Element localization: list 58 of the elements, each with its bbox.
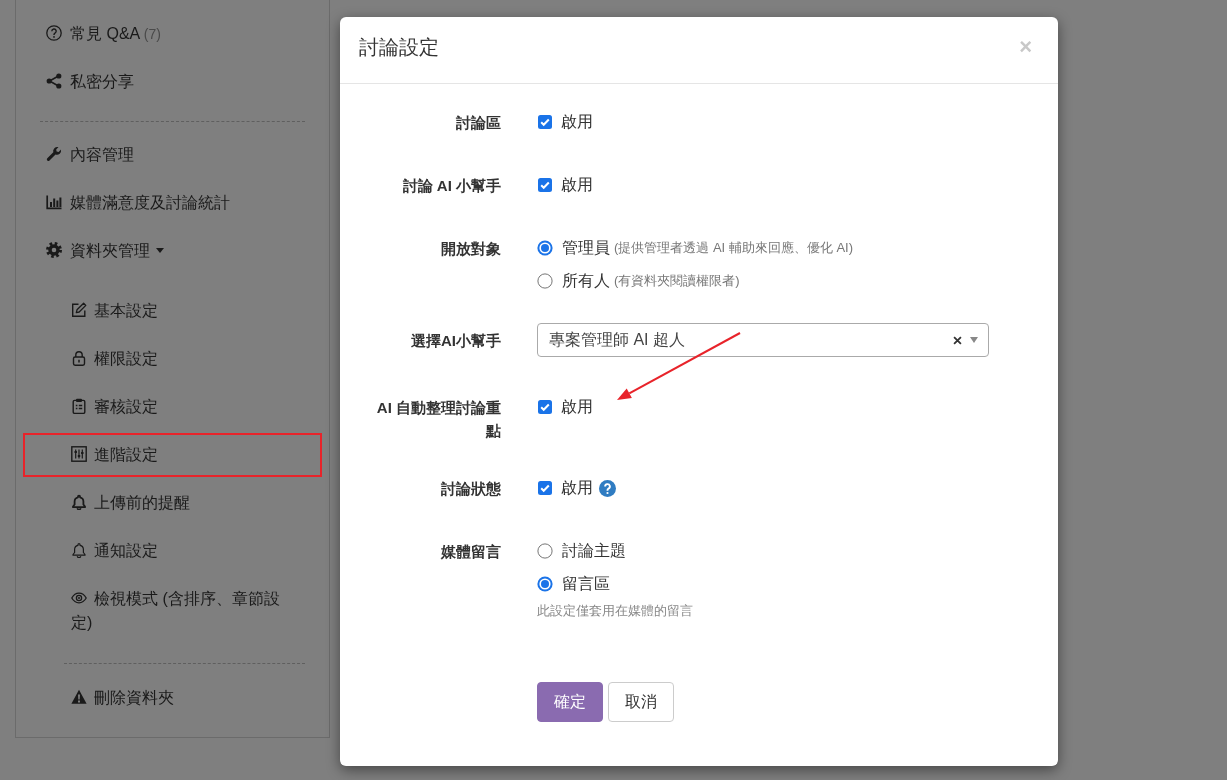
checkbox-label: 啟用 (561, 396, 593, 417)
sidebar-item[interactable]: 基本設定 (16, 287, 329, 335)
clear-icon[interactable] (953, 335, 962, 345)
dialog-title: 討論設定 (359, 35, 439, 60)
radio-label: 討論主題 (562, 540, 626, 561)
option-hint: (有資料夾閱讀權限者) (614, 272, 740, 290)
pencil-square-icon (71, 302, 87, 318)
sidebar-item[interactable]: 上傳前的提醒 (16, 479, 329, 527)
checkbox[interactable] (538, 400, 552, 414)
bar-chart-icon (46, 194, 62, 210)
sidebar-item[interactable]: 媒體滿意度及討論統計 (16, 179, 329, 227)
sidebar-item[interactable]: 資料夾管理 (16, 227, 329, 275)
radio-button[interactable] (537, 543, 553, 559)
field-label: 選擇AI小幫手 (410, 331, 501, 351)
select-field[interactable]: 專案管理師 AI 超人 (537, 323, 989, 357)
bell-icon (71, 494, 87, 510)
field-label: 媒體留言 (440, 542, 501, 562)
field-label: 討論 AI 小幫手 (401, 176, 501, 196)
sidebar-item[interactable]: 通知設定 (16, 527, 329, 575)
sliders-icon (71, 446, 87, 462)
checkbox[interactable] (538, 115, 552, 129)
checkbox-label: 啟用 (561, 477, 593, 498)
field-label: 討論狀態 (440, 479, 501, 499)
sidebar-item[interactable]: 刪除資料夾 (16, 674, 329, 722)
radio-button[interactable] (537, 273, 553, 289)
share-icon (46, 73, 62, 89)
sidebar-item[interactable]: 檢視模式 (含排序、章節設定) (16, 575, 329, 647)
field-label: 開放對象 (440, 239, 501, 259)
sidebar-item[interactable]: 內容管理 (16, 131, 329, 179)
sidebar-item[interactable]: 審核設定 (16, 383, 329, 431)
help-icon[interactable] (599, 479, 616, 497)
radio-label: 所有人 (562, 270, 610, 291)
sidebar-item[interactable]: 進階設定 (16, 431, 329, 479)
radio-button[interactable] (537, 576, 553, 592)
radio-label: 留言區 (562, 573, 610, 594)
question-circle-icon (46, 25, 62, 41)
caret-icon (970, 337, 978, 343)
sidebar-item[interactable]: 權限設定 (16, 335, 329, 383)
checkbox[interactable] (538, 178, 552, 192)
option-hint: (提供管理者透過 AI 輔助來回應、優化 AI) (614, 239, 854, 257)
field-label: AI 自動整理討論重點 (375, 398, 501, 441)
checkbox-label: 啟用 (561, 111, 593, 132)
help-text: 此設定僅套用在媒體的留言 (537, 602, 694, 620)
checkbox[interactable] (538, 481, 552, 495)
wrench-icon (46, 146, 62, 162)
warning-icon (71, 689, 87, 705)
radio-label: 管理員 (562, 237, 610, 258)
cancel-button[interactable]: 取消 (608, 682, 674, 722)
bell-icon (71, 542, 87, 558)
lock-icon (71, 350, 87, 366)
clipboard-icon (71, 398, 87, 414)
confirm-button[interactable]: 確定 (537, 682, 603, 722)
sidebar-item[interactable]: 私密分享 (16, 58, 329, 106)
checkbox-label: 啟用 (561, 174, 593, 195)
gear-icon (46, 242, 62, 258)
field-label: 討論區 (455, 113, 501, 133)
eye-icon (71, 590, 87, 606)
radio-button[interactable] (537, 240, 553, 256)
